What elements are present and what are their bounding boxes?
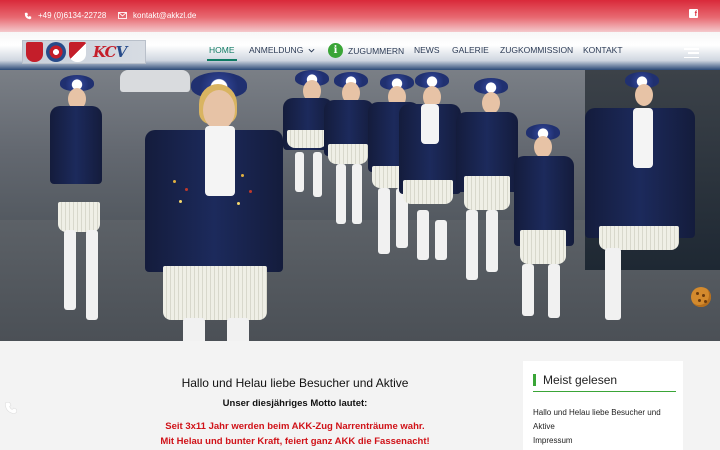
nav-item-zugkommission[interactable]: ZUGKOMMISSION	[500, 45, 573, 55]
most-read-link[interactable]: Hallo und Helau liebe Besucher und Aktiv…	[533, 406, 678, 434]
logo-text: KCV	[93, 43, 127, 61]
nav-item-home[interactable]: HOME	[207, 45, 236, 61]
facebook-icon[interactable]: f	[689, 9, 698, 18]
logo-crest-icon	[69, 42, 86, 62]
nav-item-galerie[interactable]: GALERIE	[452, 45, 489, 55]
motto-intro: Unser diesjähriges Motto lautet:	[222, 398, 368, 409]
logo-shield-icon	[26, 42, 43, 62]
main-navbar: KCV HOME ANMELDUNG i ZUGUMMERN NEWS GALE…	[0, 32, 720, 70]
most-read-list: Hallo und Helau liebe Besucher und Aktiv…	[533, 406, 678, 448]
hero-image	[0, 70, 720, 341]
phone-contact[interactable]: +49 (0)6134-22728	[24, 11, 106, 20]
motto-line-2: Mit Helau und bunter Kraft, feiert ganz …	[160, 436, 430, 447]
phone-number: +49 (0)6134-22728	[38, 11, 107, 20]
most-read-link[interactable]: Impressum	[533, 434, 678, 448]
nav-item-news[interactable]: NEWS	[414, 45, 440, 55]
info-icon: i	[328, 43, 343, 58]
most-read-title: Meist gelesen	[533, 369, 676, 392]
motto-line-1: Seit 3x11 Jahr werden beim AKK-Zug Narre…	[165, 421, 425, 432]
nav-item-anmeldung[interactable]: ANMELDUNG	[249, 45, 315, 55]
nav-item-zugnummern[interactable]: i ZUGUMMERN	[328, 43, 404, 58]
phone-icon	[24, 12, 32, 19]
title-accent-bar	[533, 374, 536, 386]
site-logo[interactable]: KCV	[22, 40, 146, 64]
logo-emblem-icon	[46, 42, 66, 62]
welcome-heading: Hallo und Helau liebe Besucher und Aktiv…	[181, 376, 409, 390]
content-area: Hallo und Helau liebe Besucher und Aktiv…	[0, 341, 720, 450]
cookie-icon[interactable]	[691, 287, 711, 307]
nav-item-kontakt[interactable]: KONTAKT	[583, 45, 623, 55]
floating-phone-icon[interactable]	[4, 401, 18, 418]
mail-icon	[118, 12, 127, 19]
most-read-widget: Meist gelesen Hallo und Helau liebe Besu…	[523, 361, 683, 450]
email-address: kontakt@akkzl.de	[133, 11, 197, 20]
top-contact-bar: +49 (0)6134-22728 kontakt@akkzl.de f	[0, 0, 720, 32]
welcome-section: Hallo und Helau liebe Besucher und Aktiv…	[100, 376, 490, 449]
hamburger-menu-icon[interactable]	[684, 48, 699, 58]
email-contact[interactable]: kontakt@akkzl.de	[118, 11, 196, 20]
chevron-down-icon	[308, 48, 315, 53]
hero-car	[120, 70, 190, 92]
